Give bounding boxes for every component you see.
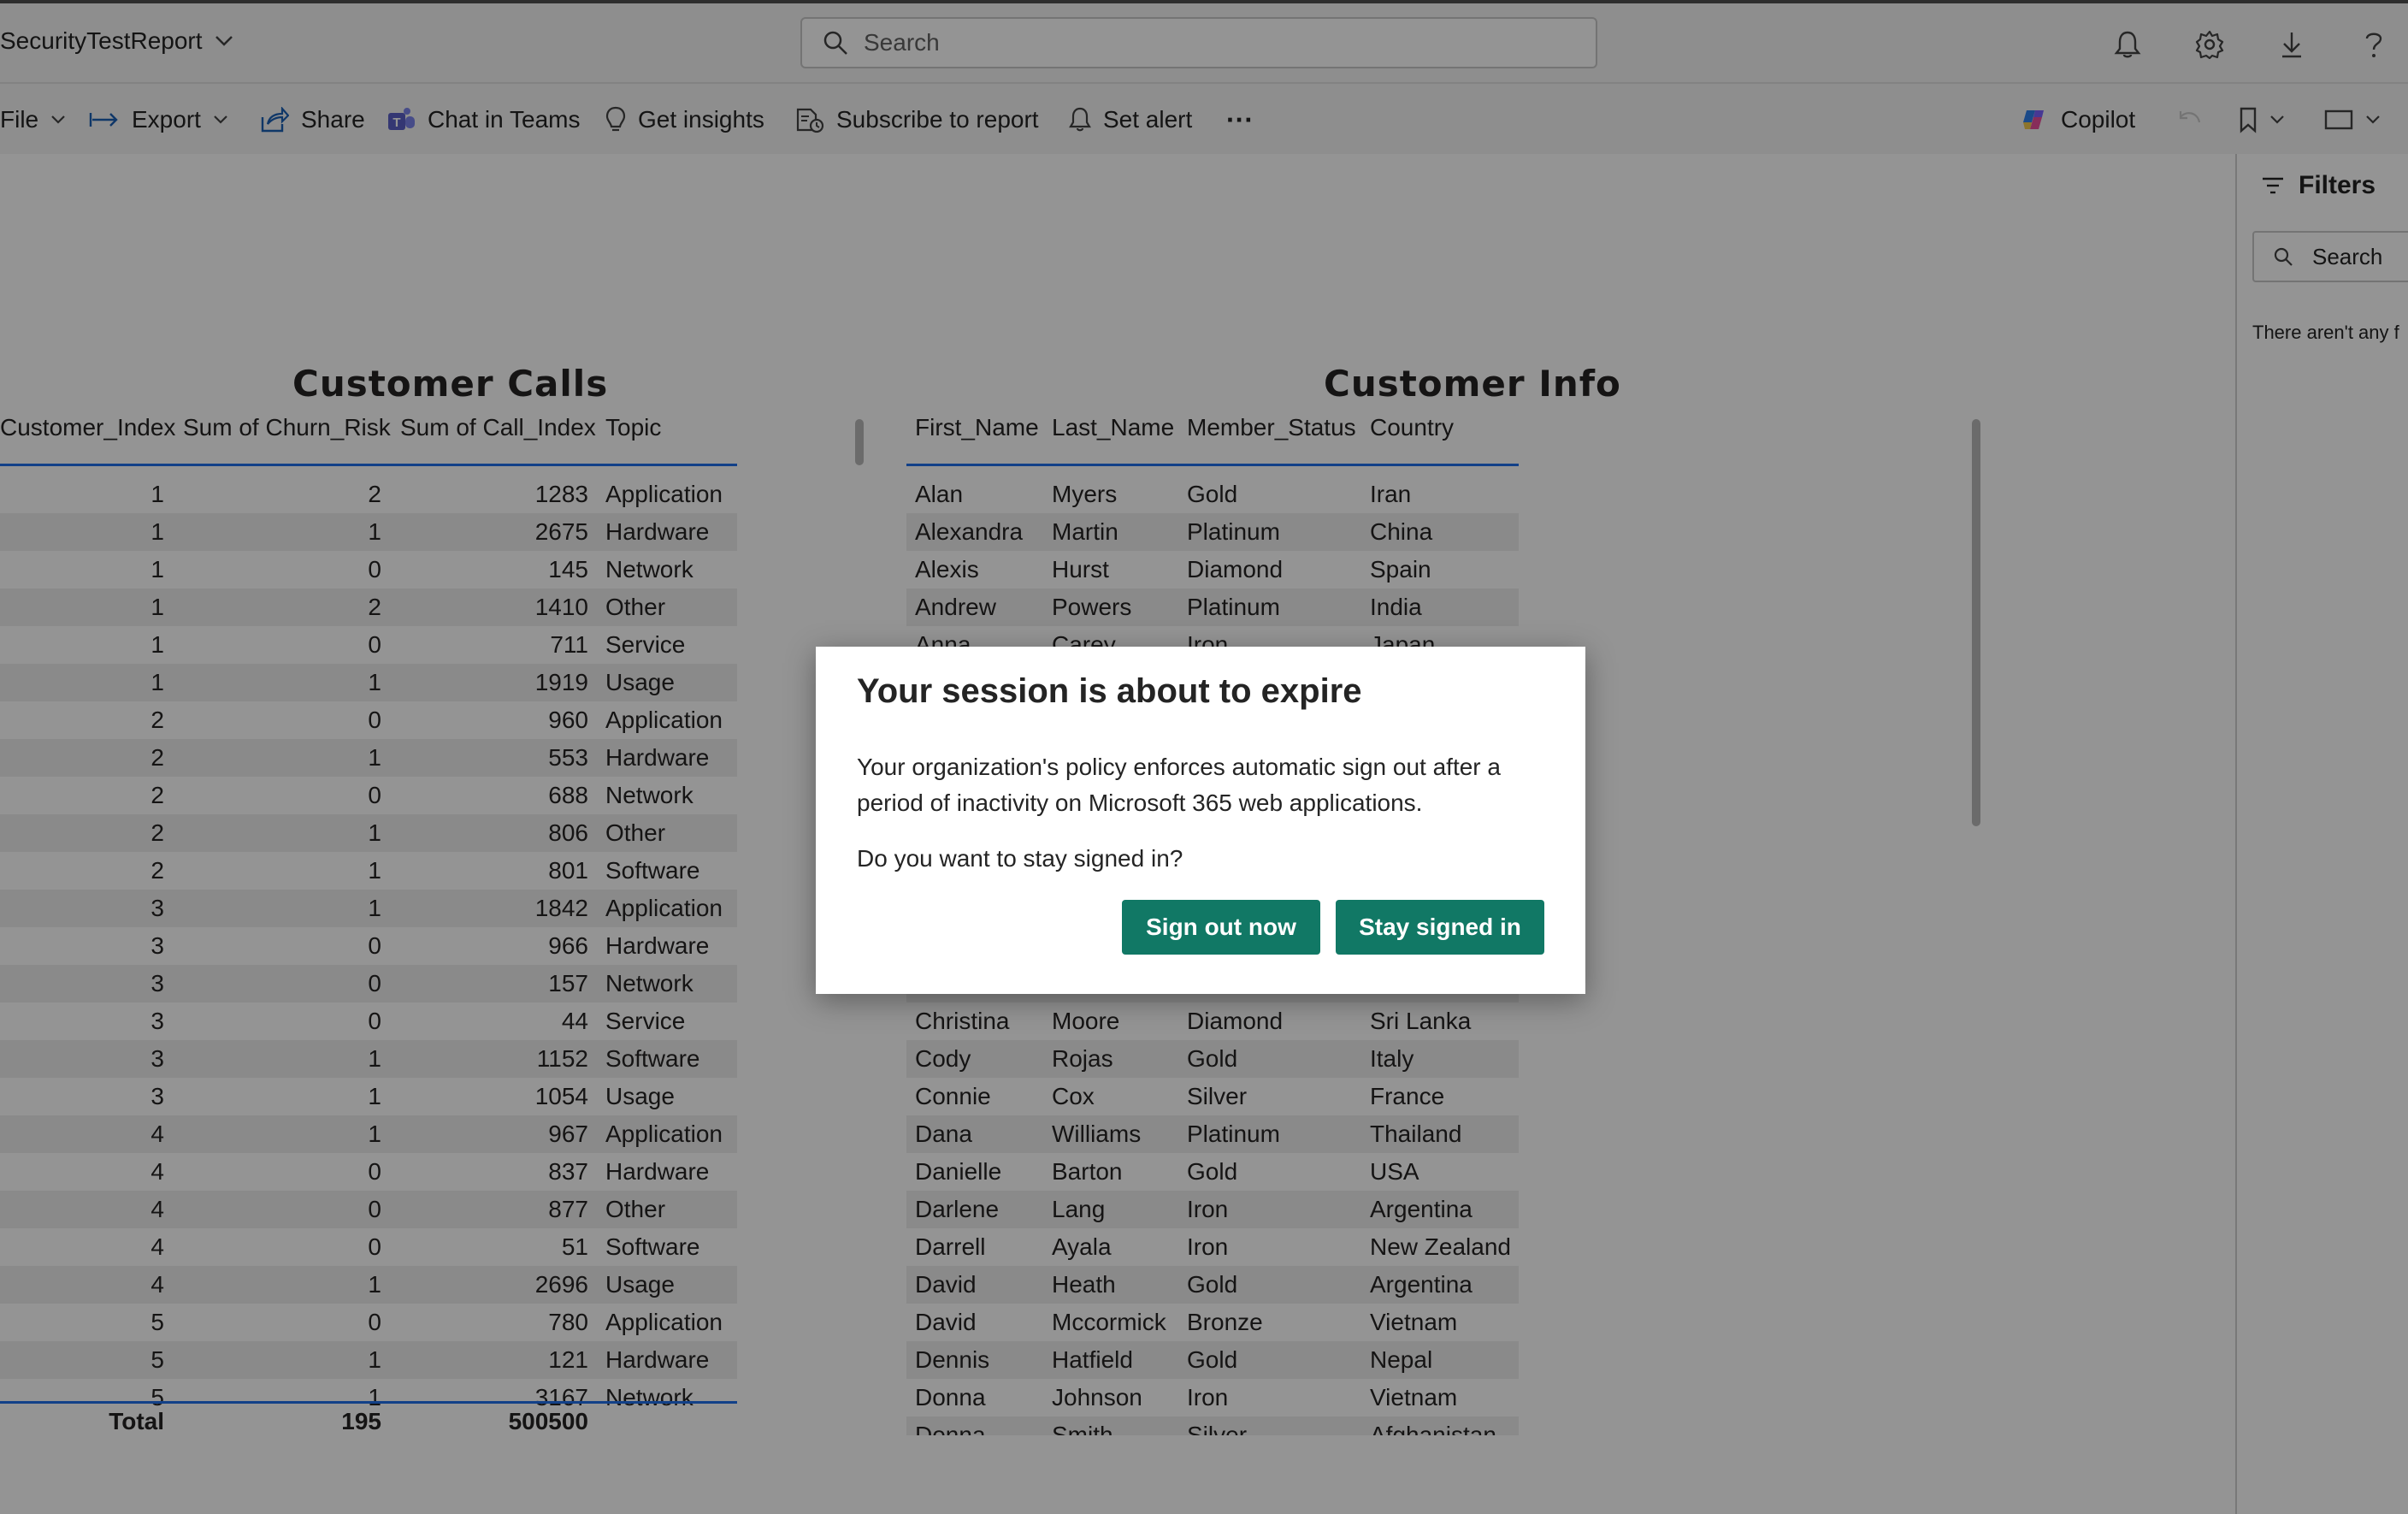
dialog-title: Your session is about to expire bbox=[857, 672, 1362, 710]
dialog-question: Do you want to stay signed in? bbox=[857, 845, 1183, 872]
app-root: SecurityTestReport File Export bbox=[0, 0, 2408, 1514]
dialog-message: Your organization's policy enforces auto… bbox=[857, 754, 1501, 816]
sign-out-now-button[interactable]: Sign out now bbox=[1122, 900, 1320, 955]
session-expire-dialog: Your session is about to expire Your org… bbox=[816, 647, 1585, 994]
stay-signed-in-button[interactable]: Stay signed in bbox=[1336, 900, 1544, 955]
